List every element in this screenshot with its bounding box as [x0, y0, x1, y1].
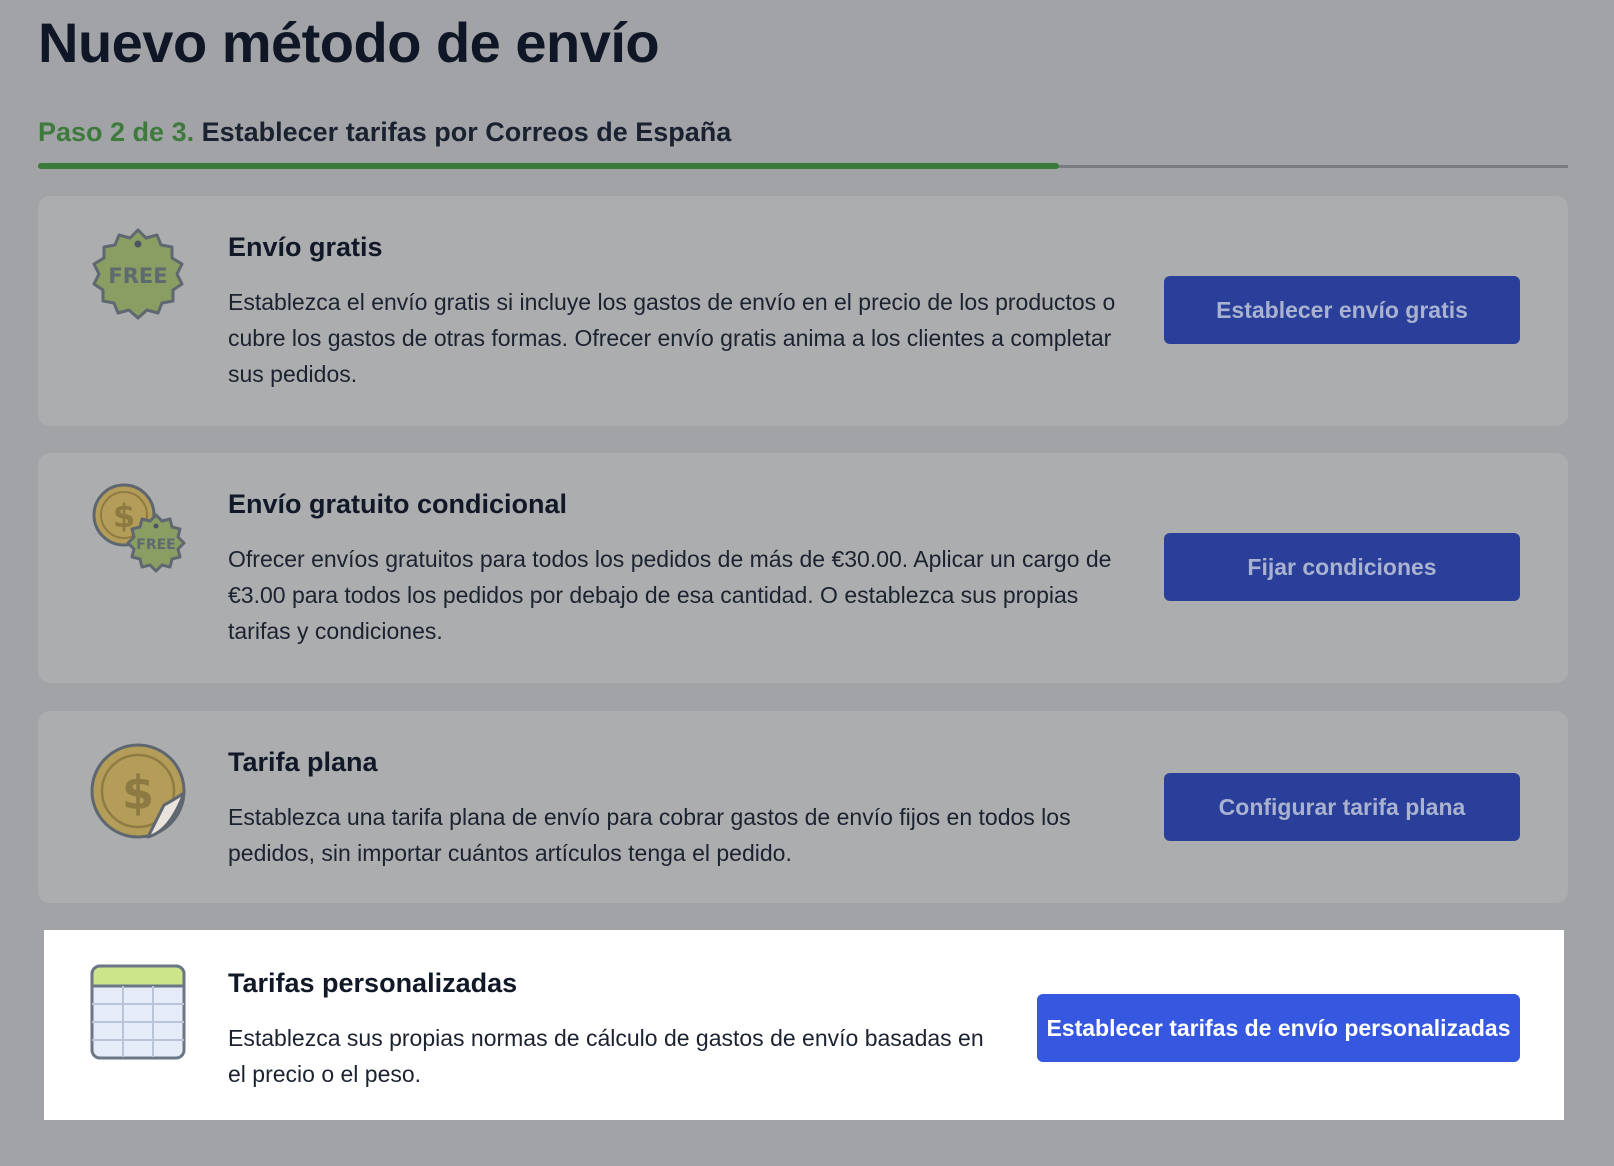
- option-description: Establezca el envío gratis si incluye lo…: [228, 289, 1116, 387]
- coin-free-label: FREE: [136, 537, 175, 553]
- option-description: Ofrecer envíos gratuitos para todos los …: [228, 546, 1112, 644]
- option-card-conditional-free-shipping: $ FREE Envío gratuito condicional Ofrece…: [38, 453, 1568, 683]
- option-card-flat-rate: $ Tarifa plana Establezca una tarifa pla…: [38, 711, 1568, 903]
- set-custom-rates-button[interactable]: Establecer tarifas de envío personalizad…: [1037, 994, 1520, 1062]
- option-title: Envío gratis: [228, 232, 383, 262]
- set-free-shipping-button[interactable]: Establecer envío gratis: [1164, 276, 1520, 344]
- shipping-method-page: Nuevo método de envío Paso 2 de 3. Estab…: [0, 0, 1614, 1166]
- set-conditions-button[interactable]: Fijar condiciones: [1164, 533, 1520, 601]
- coin-free-icon: $ FREE: [90, 483, 186, 579]
- configure-flat-rate-button[interactable]: Configurar tarifa plana: [1164, 773, 1520, 841]
- option-title: Envío gratuito condicional: [228, 489, 568, 519]
- progress-fill: [38, 163, 1059, 169]
- option-description: Establezca una tarifa plana de envío par…: [228, 804, 1071, 866]
- free-tag-label: FREE: [108, 264, 167, 288]
- option-title: Tarifa plana: [228, 747, 378, 777]
- free-tag-icon: FREE: [90, 228, 186, 324]
- step-progress-bar: [38, 163, 1568, 169]
- spreadsheet-icon: [90, 964, 186, 1060]
- dollar-coin-icon: $: [90, 743, 186, 839]
- page-title: Nuevo método de envío: [38, 11, 660, 74]
- svg-text:$: $: [122, 766, 154, 820]
- option-card-custom-rates: Tarifas personalizadas Establezca sus pr…: [44, 930, 1564, 1120]
- option-title: Tarifas personalizadas: [228, 968, 518, 998]
- option-card-free-shipping: FREE Envío gratis Establezca el envío gr…: [38, 196, 1568, 426]
- step-number: Paso 2 de 3.: [38, 117, 195, 147]
- option-description: Establezca sus propias normas de cálculo…: [228, 1025, 984, 1087]
- step-description: Establecer tarifas por Correos de España: [201, 117, 732, 147]
- step-indicator: Paso 2 de 3. Establecer tarifas por Corr…: [38, 114, 731, 150]
